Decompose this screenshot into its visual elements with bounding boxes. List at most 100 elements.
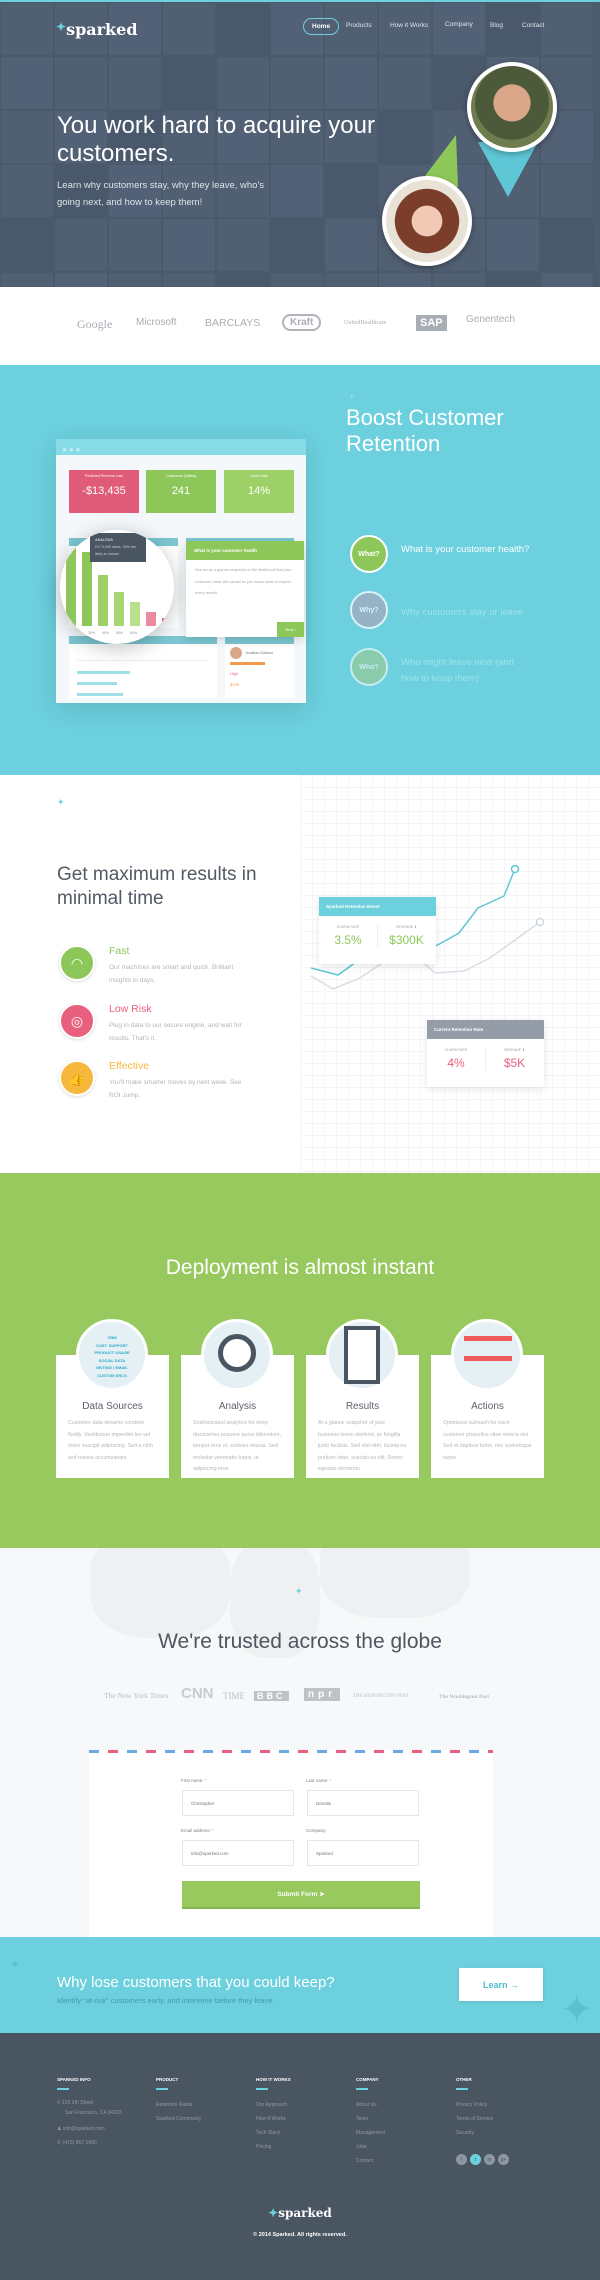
contact-form: First name: * Last name: * Email address… xyxy=(89,1750,493,1937)
paper-plane-icon: ➤ xyxy=(319,1891,325,1898)
first-name-input[interactable] xyxy=(182,1790,294,1816)
nav-contact[interactable]: Contact xyxy=(522,22,544,29)
user-icon: ♟ xyxy=(57,2125,62,2132)
twitter-icon[interactable]: t xyxy=(470,2154,481,2165)
first-name-label: First name: * xyxy=(181,1778,207,1783)
churn-label: CHURN RATE xyxy=(336,925,360,929)
facebook-icon[interactable]: f xyxy=(456,2154,467,2165)
question-why-text[interactable]: Why customers stay or leave xyxy=(401,605,581,621)
analysis-tooltip: ANALYSIS Of 74,349 users, 30% are likely… xyxy=(90,533,146,562)
google-plus-icon[interactable]: g+ xyxy=(498,2154,509,2165)
last-name-input[interactable] xyxy=(307,1790,419,1816)
profile-name: Jonathan Garland xyxy=(245,651,273,655)
features-section: ✦ Get maximum results in minimal time ◠ … xyxy=(0,775,600,1173)
footer-link[interactable]: Security xyxy=(456,2126,512,2140)
trusted-section: ✦ We're trusted across the globe The New… xyxy=(0,1548,600,1937)
brand-name: sparked xyxy=(66,20,138,39)
question-who-badge[interactable]: Who? xyxy=(350,648,388,686)
footer-link[interactable]: Terms of Service xyxy=(456,2112,512,2126)
card-title: Analysis xyxy=(218,1401,257,1412)
feature-fast-text: Our machines are smart and quick. Brilli… xyxy=(109,964,234,984)
dashboard-mockup: ●●● Predicted Revenue Loss -$13,435 Custo… xyxy=(56,439,306,703)
email-label: Email address: * xyxy=(181,1828,214,1833)
nav-how-it-works[interactable]: How it Works xyxy=(390,22,428,29)
current-churn: 4% xyxy=(447,1056,465,1070)
footer-link[interactable]: Sparked Community xyxy=(156,2112,201,2126)
footer-link[interactable]: Our Approach xyxy=(256,2098,291,2112)
footer-col-info: SPARKED INFO ⚲ 155 9th Street San Franci… xyxy=(57,2077,122,2150)
footer-link[interactable]: Jobs xyxy=(356,2140,385,2154)
logo-sap: SAP xyxy=(416,315,447,331)
star-icon: ✦ xyxy=(560,1988,594,2032)
company-input[interactable] xyxy=(307,1840,419,1866)
footer-phone[interactable]: ✆ (415) 967-1660 xyxy=(57,2136,122,2150)
revenue-label: REVENUE ⬆ xyxy=(396,925,417,929)
feature-low-risk-text: Plug in data to our secure engine, and w… xyxy=(109,1022,242,1042)
current-card-title: Current Retention Rate xyxy=(427,1020,544,1039)
chart-bar xyxy=(66,540,76,626)
footer-link[interactable]: Management xyxy=(356,2126,385,2140)
boost-rate-endpoint xyxy=(510,864,520,874)
retention-section: ●●● Predicted Revenue Loss -$13,435 Custo… xyxy=(0,368,600,775)
speedometer-icon: ◠ xyxy=(59,945,95,981)
client-logos: Google Microsoft BARCLAYS Kraft UnitedHe… xyxy=(0,287,600,368)
question-who-text[interactable]: Who might leave next (and how to keep th… xyxy=(401,655,526,687)
card-text: Optimized outreach for each customer pha… xyxy=(443,1420,532,1461)
address-line: San Francisco, CA 94103 xyxy=(65,2109,122,2116)
hero-title: You work hard to acquire your customers. xyxy=(57,112,375,167)
nav-products[interactable]: Products xyxy=(346,22,372,29)
boost-churn: 3.5% xyxy=(334,933,362,947)
submit-form-button[interactable]: Submit Form ➤ xyxy=(182,1881,420,1909)
logo-barclays: BARCLAYS xyxy=(205,317,261,329)
footer-col-company: COMPANY About Us Team Management Jobs Co… xyxy=(356,2077,385,2168)
card-title: Data Sources xyxy=(82,1401,143,1412)
spark-icon: ✦ xyxy=(268,2206,279,2220)
logo-kraft: Kraft xyxy=(282,314,322,331)
chart-bar xyxy=(114,592,124,626)
profile-risk: High xyxy=(230,671,239,676)
logo-washington-post: The Washington Post xyxy=(439,1694,490,1700)
logo-huffpost: THE HUFFINGTON POST xyxy=(353,1694,410,1699)
footer-email[interactable]: ♟ info@sparked.com xyxy=(57,2122,122,2136)
nav-company[interactable]: Company xyxy=(445,21,473,28)
kpi-revenue-loss: Predicted Revenue Loss -$13,435 xyxy=(69,470,139,513)
brand-logo[interactable]: ✦sparked xyxy=(56,20,138,39)
window-titlebar: ●●● xyxy=(56,439,306,455)
footer-col-how-it-works: HOW IT WORKS Our Approach How It Works T… xyxy=(256,2077,291,2154)
logo-time: TIME xyxy=(223,1691,245,1701)
actions-illustration xyxy=(451,1319,523,1391)
footer-link[interactable]: Tech Stack xyxy=(256,2126,291,2140)
footer-link[interactable]: Privacy Policy xyxy=(456,2098,512,2112)
nav-blog[interactable]: Blog xyxy=(490,22,503,29)
question-why-badge[interactable]: Why? xyxy=(350,591,388,629)
last-name-label: Last name: * xyxy=(306,1778,332,1783)
features-title: Get maximum results in minimal time xyxy=(57,864,257,909)
logo-nyt: The New York Times xyxy=(104,1691,169,1700)
footer-link[interactable]: Retention Radar xyxy=(156,2098,201,2112)
footer-col-other: OTHER Privacy Policy Terms of Service Se… xyxy=(456,2077,512,2166)
footer-link[interactable]: Team xyxy=(356,2112,385,2126)
chart-bar xyxy=(98,575,108,626)
nav-home[interactable]: Home xyxy=(303,18,340,35)
cta-banner: ✦ ✦ Why lose customers that you could ke… xyxy=(0,1937,600,2033)
chart-bar xyxy=(130,602,140,626)
boost-revenue: $300K xyxy=(389,933,424,947)
footer-link[interactable]: Pricing xyxy=(256,2140,291,2154)
address-line: ⚲ 155 9th Street xyxy=(57,2099,94,2106)
footer-link[interactable]: Contact xyxy=(356,2154,385,2168)
popover-next-button[interactable]: Next › xyxy=(277,622,304,637)
linkedin-icon[interactable]: in xyxy=(484,2154,495,2165)
learn-button[interactable]: Learn → xyxy=(459,1968,543,2001)
question-what-badge[interactable]: What? xyxy=(350,535,388,573)
profile-value: $195 xyxy=(230,682,239,687)
logo-unitedhealthcare: UnitedHealthcare xyxy=(344,320,387,326)
question-what-text[interactable]: What is your customer health? xyxy=(401,542,551,558)
map-pin-icon: ⚲ xyxy=(57,2099,61,2106)
magnified-chart: ANALYSIS Of 74,349 users, 30% are likely… xyxy=(60,530,174,644)
footer-link[interactable]: About Us xyxy=(356,2098,385,2112)
profile-avatar xyxy=(230,647,242,659)
footer-link[interactable]: How It Works xyxy=(256,2112,291,2126)
chart-bar xyxy=(146,612,156,626)
email-input[interactable] xyxy=(182,1840,294,1866)
boost-card: Sparked Retention Boost CHURN RATE 3.5% R… xyxy=(319,897,436,964)
